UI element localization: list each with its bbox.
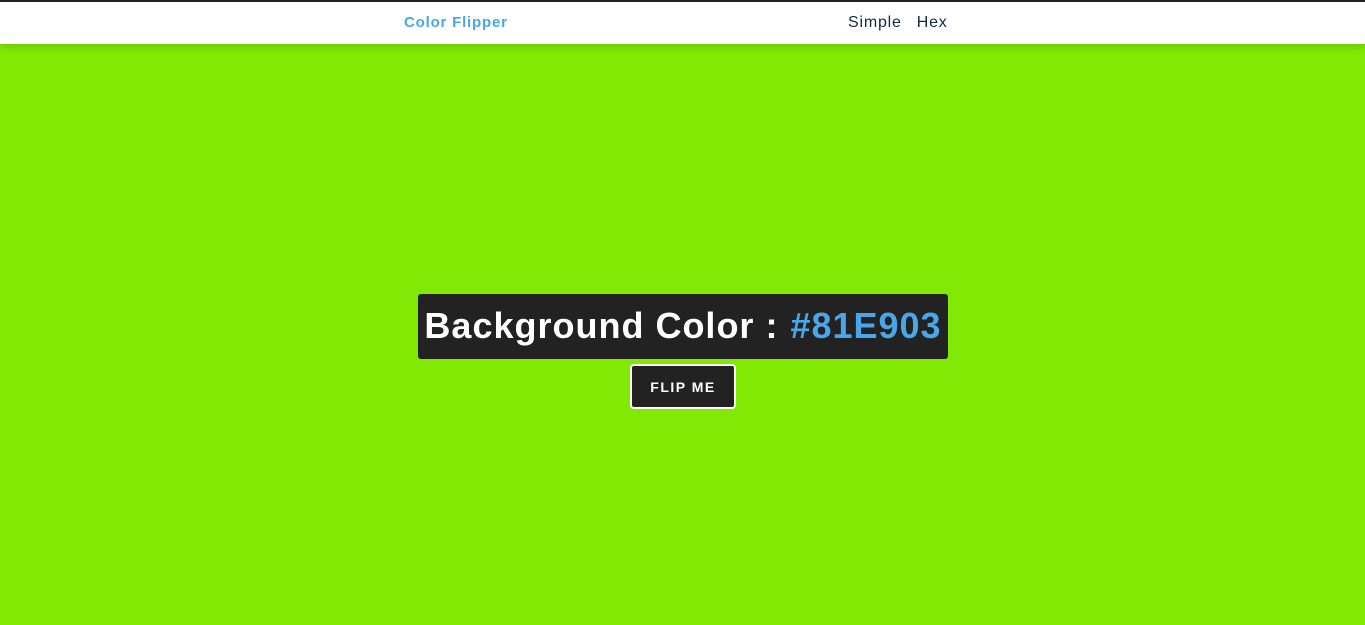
nav-link-hex[interactable]: Hex xyxy=(917,14,948,32)
nav-link-simple[interactable]: Simple xyxy=(848,14,902,32)
nav-links: Simple Hex xyxy=(848,14,948,32)
color-display: Background Color : #81E903 xyxy=(418,293,948,359)
color-value: #81E903 xyxy=(790,305,942,347)
flip-button[interactable]: FLIP ME xyxy=(630,364,736,409)
navbar: Color Flipper Simple Hex xyxy=(0,2,1365,44)
brand-link[interactable]: Color Flipper xyxy=(404,14,508,31)
color-label: Background Color : xyxy=(424,305,779,347)
